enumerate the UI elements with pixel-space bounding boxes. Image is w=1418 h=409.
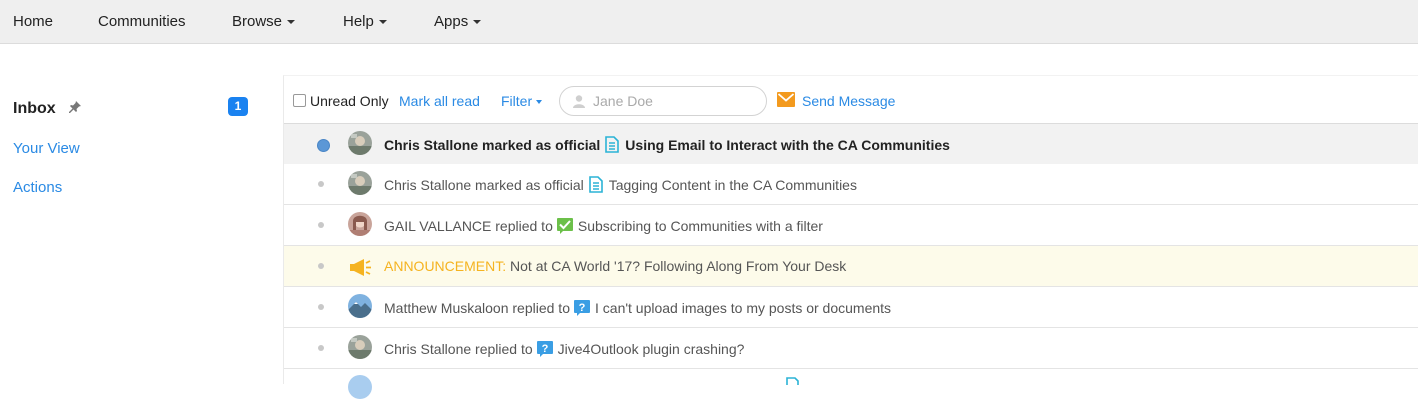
row-text: Chris Stallone marked as official Using E… xyxy=(384,136,950,153)
read-indicator[interactable] xyxy=(318,345,324,351)
unread-only-label[interactable]: Unread Only xyxy=(310,93,389,109)
inbox-row[interactable]: Matthew Muskaloon replied to? I can't upl… xyxy=(284,287,1418,328)
chevron-down-icon xyxy=(287,20,296,25)
row-target-link[interactable]: Not at CA World '17? Following Along Fro… xyxy=(510,258,846,274)
inbox-row[interactable]: Chris Stallone marked as official Using E… xyxy=(284,123,1418,165)
pin-icon[interactable] xyxy=(68,100,82,114)
inbox-title[interactable]: Inbox xyxy=(13,100,56,118)
nav-communities[interactable]: Communities xyxy=(98,13,186,30)
row-actor[interactable]: Chris Stallone marked as official xyxy=(384,137,600,153)
document-icon xyxy=(605,136,620,153)
row-text: Chris Stallone replied to? Jive4Outlook p… xyxy=(384,340,744,357)
avatar[interactable] xyxy=(348,335,372,359)
nav-home[interactable]: Home xyxy=(13,13,53,30)
avatar[interactable] xyxy=(348,171,372,195)
send-message-link[interactable]: Send Message xyxy=(802,93,895,109)
document-icon xyxy=(588,176,603,193)
filter-dropdown[interactable]: Filter xyxy=(501,93,543,109)
row-target-link[interactable]: Using Email to Interact with the CA Comm… xyxy=(625,137,950,153)
row-target-link[interactable]: Subscribing to Communities with a filter xyxy=(578,218,823,234)
row-target-link[interactable]: I can't upload images to my posts or doc… xyxy=(595,300,891,316)
nav-browse-label: Browse xyxy=(232,13,283,30)
row-actor[interactable]: Matthew Muskaloon replied to xyxy=(384,300,570,316)
row-target-link[interactable]: Jive4Outlook plugin crashing? xyxy=(558,341,745,357)
filter-label: Filter xyxy=(501,93,533,109)
sidebar-link-your-view[interactable]: Your View xyxy=(13,140,80,157)
unread-only-checkbox[interactable] xyxy=(293,94,306,107)
sidebar-link-actions[interactable]: Actions xyxy=(13,179,62,196)
person-icon xyxy=(573,95,585,108)
avatar[interactable] xyxy=(348,131,372,155)
nav-apps[interactable]: Apps xyxy=(434,13,482,30)
read-indicator[interactable] xyxy=(318,222,324,228)
chevron-down-icon xyxy=(536,100,543,105)
unread-indicator[interactable] xyxy=(317,139,330,152)
mail-icon[interactable] xyxy=(777,92,795,107)
row-text: Chris Stallone marked as official Tagging… xyxy=(384,176,857,193)
question-icon: ? xyxy=(536,341,553,357)
read-indicator[interactable] xyxy=(318,304,324,310)
row-text: ANNOUNCEMENT: Not at CA World '17? Follo… xyxy=(384,258,846,274)
svg-text:?: ? xyxy=(579,302,586,314)
nav-apps-label: Apps xyxy=(434,13,469,30)
row-text: Matthew Muskaloon replied to? I can't upl… xyxy=(384,299,891,316)
avatar[interactable] xyxy=(348,212,372,236)
megaphone-icon xyxy=(350,259,371,276)
chevron-down-icon xyxy=(473,20,482,25)
answered-question-icon xyxy=(556,218,573,234)
inbox-row-partial[interactable] xyxy=(284,369,1418,409)
svg-text:?: ? xyxy=(541,343,548,355)
row-actor[interactable]: Chris Stallone marked as official xyxy=(384,177,584,193)
avatar[interactable] xyxy=(348,294,372,318)
nav-browse[interactable]: Browse xyxy=(232,13,296,30)
nav-help-label: Help xyxy=(343,13,374,30)
read-indicator[interactable] xyxy=(318,263,324,269)
people-search-input[interactable]: Jane Doe xyxy=(559,86,767,116)
row-actor[interactable]: Chris Stallone replied to xyxy=(384,341,533,357)
mark-all-read-link[interactable]: Mark all read xyxy=(399,93,480,109)
row-text: GAIL VALLANCE replied to Subscribing to C… xyxy=(384,217,823,234)
search-placeholder: Jane Doe xyxy=(593,93,653,109)
document-icon xyxy=(786,377,799,385)
top-nav: Home Communities Browse Help Apps xyxy=(0,0,1418,44)
inbox-unread-badge: 1 xyxy=(228,97,248,116)
question-icon: ? xyxy=(574,300,590,316)
inbox-row[interactable]: Chris Stallone marked as official Tagging… xyxy=(284,164,1418,205)
nav-help[interactable]: Help xyxy=(343,13,387,30)
inbox-row-announcement[interactable]: ANNOUNCEMENT: Not at CA World '17? Follo… xyxy=(284,246,1418,287)
announcement-label: ANNOUNCEMENT: xyxy=(384,258,507,274)
read-indicator[interactable] xyxy=(318,181,324,187)
inbox-row[interactable]: Chris Stallone replied to? Jive4Outlook p… xyxy=(284,328,1418,369)
chevron-down-icon xyxy=(378,20,387,25)
inbox-row[interactable]: GAIL VALLANCE replied to Subscribing to C… xyxy=(284,205,1418,246)
avatar[interactable] xyxy=(348,375,372,399)
row-target-link[interactable]: Tagging Content in the CA Communities xyxy=(609,177,857,193)
row-actor[interactable]: GAIL VALLANCE replied to xyxy=(384,218,553,234)
